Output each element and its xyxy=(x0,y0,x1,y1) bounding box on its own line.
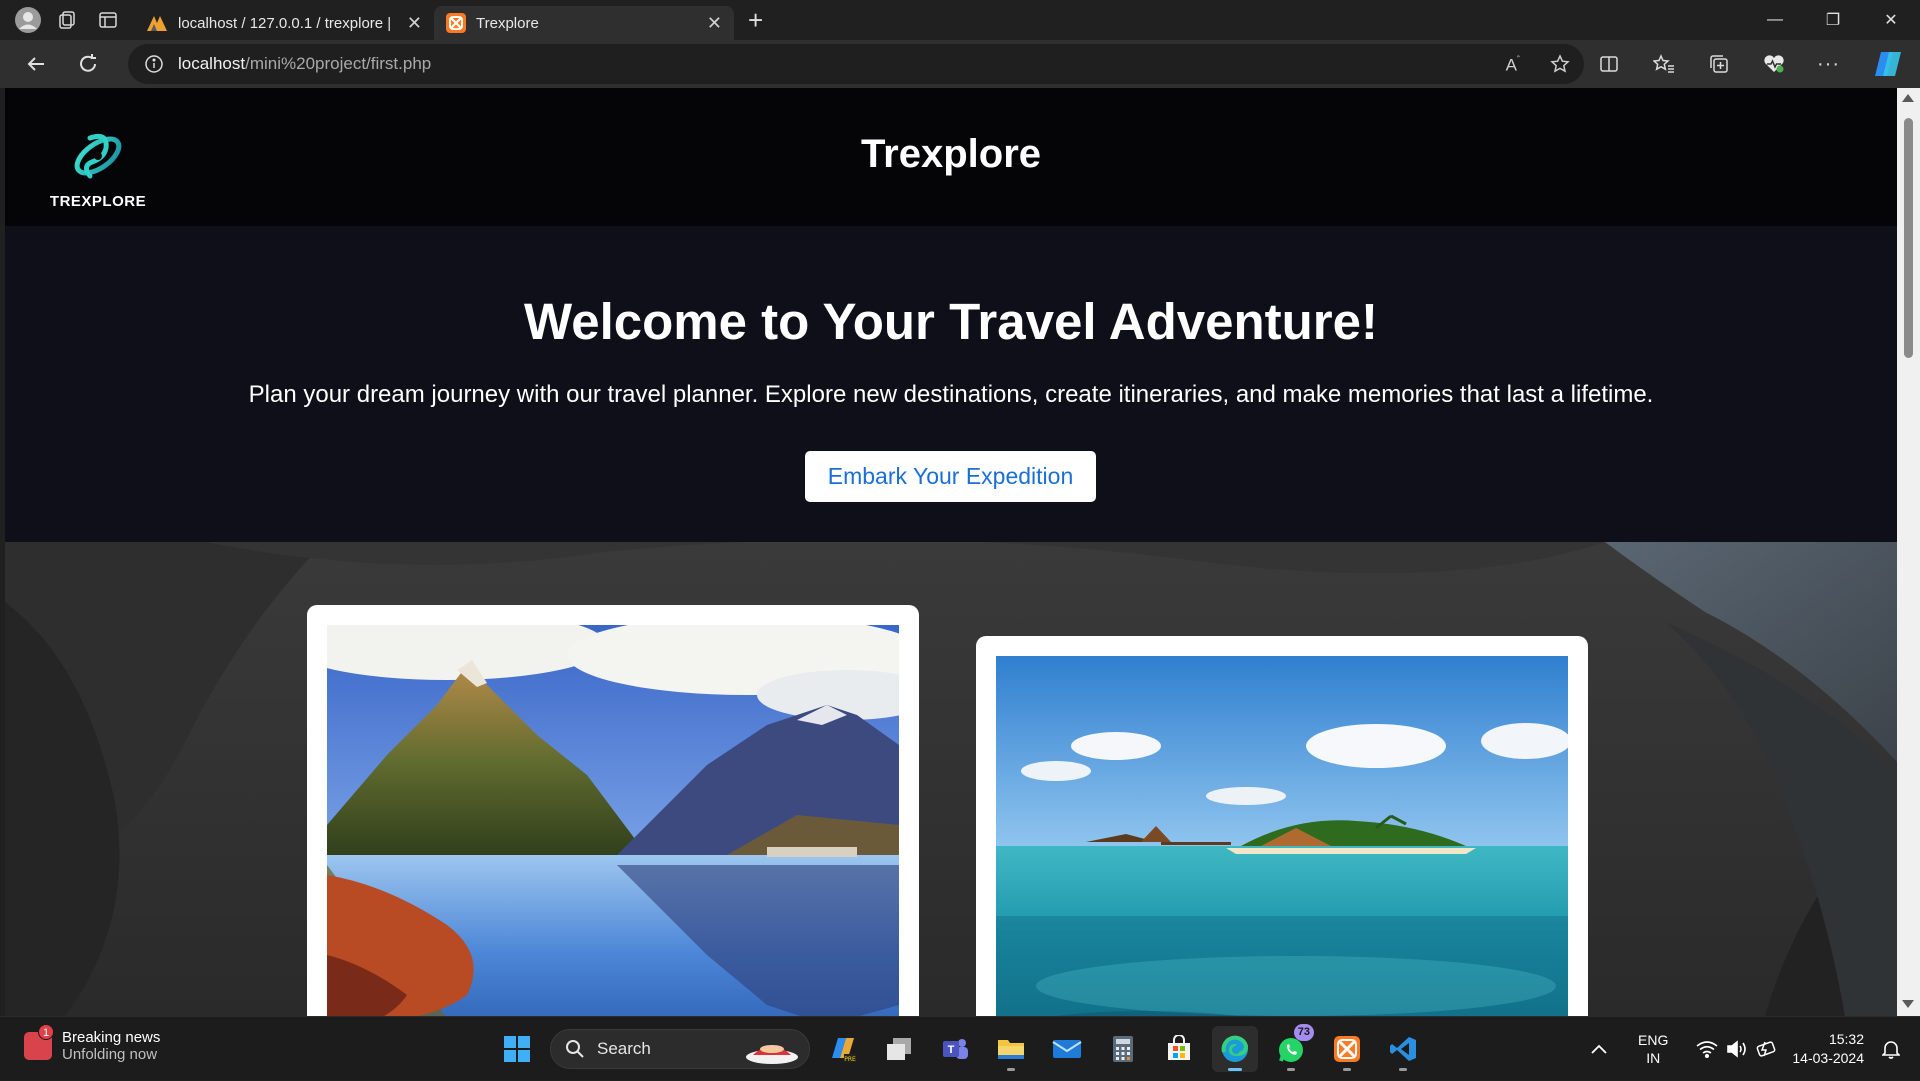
search-icon xyxy=(566,1040,584,1058)
notifications-bell-icon[interactable] xyxy=(1882,1039,1900,1059)
taskbar-search[interactable]: Search xyxy=(550,1029,810,1069)
profile-icon[interactable] xyxy=(8,0,48,40)
copilot-preview-icon[interactable]: PRE xyxy=(820,1026,866,1072)
scrollbar-thumb[interactable] xyxy=(1904,118,1913,358)
clock-date: 14-03-2024 xyxy=(1792,1050,1864,1066)
whatsapp-badge: 73 xyxy=(1293,1024,1314,1041)
search-label: Search xyxy=(597,1039,651,1058)
hero-section: Welcome to Your Travel Adventure! Plan y… xyxy=(5,226,1897,542)
window-controls: — ❐ ✕ xyxy=(1746,0,1920,40)
tab-bar: localhost / 127.0.0.1 / trexplore | ✕ Tr… xyxy=(0,0,1920,40)
collections-icon[interactable] xyxy=(1691,40,1746,88)
url-text: localhost/mini%20project/first.php xyxy=(178,54,432,73)
news-title: Breaking news xyxy=(62,1029,161,1046)
svg-text:PRE: PRE xyxy=(844,1056,856,1063)
wifi-icon[interactable] xyxy=(1696,1040,1718,1058)
split-screen-icon[interactable] xyxy=(1581,40,1636,88)
news-widget[interactable]: 1 Breaking news Unfolding now xyxy=(24,1024,161,1063)
read-aloud-icon[interactable]: Aﾞ xyxy=(1506,52,1522,76)
new-tab-icon[interactable]: + xyxy=(748,5,763,36)
page-scrollbar[interactable] xyxy=(1897,88,1920,1016)
language-indicator[interactable]: ENG IN xyxy=(1638,1031,1668,1067)
vertical-tabs-icon[interactable] xyxy=(88,0,128,40)
mail-icon[interactable] xyxy=(1044,1026,1090,1072)
file-explorer-icon[interactable] xyxy=(988,1026,1034,1072)
restore-icon[interactable]: ❐ xyxy=(1804,0,1862,40)
gallery-section xyxy=(5,542,1897,1016)
address-toolbar: localhost/mini%20project/first.php Aﾞ ··… xyxy=(0,40,1920,88)
close-tab-icon[interactable]: ✕ xyxy=(407,13,422,34)
clock-time: 15:32 xyxy=(1828,1031,1864,1047)
vscode-icon[interactable] xyxy=(1380,1026,1426,1072)
taskbar: 1 Breaking news Unfolding now Search PRE… xyxy=(0,1016,1920,1080)
minimize-icon[interactable]: — xyxy=(1746,0,1804,40)
address-bar[interactable]: localhost/mini%20project/first.php Aﾞ xyxy=(128,44,1584,84)
windows-start-icon[interactable] xyxy=(494,1026,540,1072)
clock[interactable]: 15:32 14-03-2024 xyxy=(1792,1030,1864,1068)
close-window-icon[interactable]: ✕ xyxy=(1862,0,1920,40)
news-subtitle: Unfolding now xyxy=(62,1046,158,1063)
browser-tools: ··· xyxy=(1581,40,1920,88)
tab-trexplore[interactable]: Trexplore ✕ xyxy=(434,6,734,40)
show-hidden-icons-icon[interactable] xyxy=(1590,1043,1608,1055)
favorite-star-icon[interactable] xyxy=(1550,54,1570,74)
svg-text:T: T xyxy=(948,1044,955,1056)
refresh-icon[interactable] xyxy=(62,40,114,88)
edge-browser-icon[interactable] xyxy=(1212,1026,1258,1072)
news-icon: 1 xyxy=(24,1024,54,1060)
system-tray: ENG IN 15:32 14-03-2024 xyxy=(1590,1017,1920,1081)
close-tab-icon[interactable]: ✕ xyxy=(707,13,722,34)
teams-icon[interactable]: T xyxy=(932,1026,978,1072)
page-viewport: TREXPLORE Trexplore Welcome to Your Trav… xyxy=(5,88,1897,1016)
embark-expedition-button[interactable]: Embark Your Expedition xyxy=(805,451,1096,502)
hero-text: Plan your dream journey with our travel … xyxy=(248,381,1654,408)
destination-card[interactable] xyxy=(976,636,1588,1016)
xampp-control-icon[interactable] xyxy=(1324,1026,1370,1072)
xampp-icon xyxy=(446,13,466,33)
logo-text: TREXPLORE xyxy=(49,193,147,210)
tab-title: localhost / 127.0.0.1 / trexplore | xyxy=(178,14,392,32)
phpmyadmin-icon xyxy=(147,16,167,31)
battery-icon[interactable] xyxy=(1756,1040,1778,1058)
volume-icon[interactable] xyxy=(1726,1040,1748,1058)
favorites-icon[interactable] xyxy=(1636,40,1691,88)
calculator-icon[interactable] xyxy=(1100,1026,1146,1072)
taskbar-apps: Search PRE T 73 xyxy=(494,1024,1426,1073)
whatsapp-icon[interactable]: 73 xyxy=(1268,1024,1314,1072)
back-icon[interactable] xyxy=(10,40,62,88)
site-info-icon[interactable] xyxy=(144,54,164,74)
task-view-icon[interactable] xyxy=(876,1026,922,1072)
search-highlight-icon xyxy=(746,1045,798,1064)
tab-phpmyadmin[interactable]: localhost / 127.0.0.1 / trexplore | ✕ xyxy=(134,6,434,40)
tab-title: Trexplore xyxy=(476,14,539,32)
scroll-down-icon[interactable] xyxy=(1902,1000,1914,1008)
news-badge: 1 xyxy=(38,1024,54,1040)
site-header: TREXPLORE Trexplore xyxy=(5,88,1897,226)
tropical-island-image xyxy=(996,656,1568,1016)
scroll-up-icon[interactable] xyxy=(1902,94,1914,102)
more-options-icon[interactable]: ··· xyxy=(1801,40,1856,88)
workspaces-icon[interactable] xyxy=(48,0,88,40)
microsoft-store-icon[interactable] xyxy=(1156,1026,1202,1072)
hero-heading: Welcome to Your Travel Adventure! xyxy=(523,293,1378,350)
copilot-icon[interactable] xyxy=(1856,40,1920,88)
site-title: Trexplore xyxy=(860,132,1042,176)
destination-card[interactable] xyxy=(307,605,919,1016)
browser-essentials-icon[interactable] xyxy=(1746,40,1801,88)
gallery-background-image xyxy=(5,542,1897,1016)
mountain-lake-image xyxy=(327,625,899,1016)
